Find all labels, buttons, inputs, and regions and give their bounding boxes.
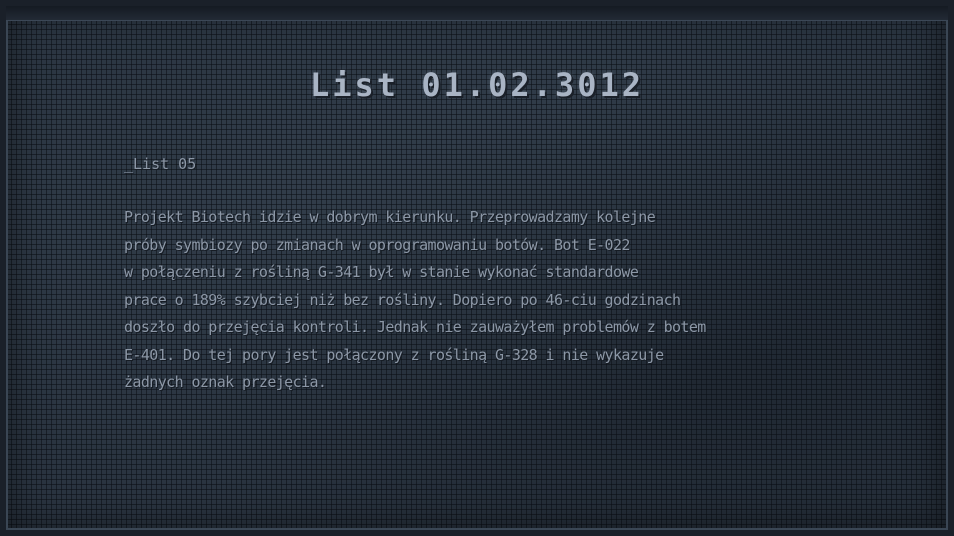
letter-body: Projekt Biotech idzie w dobrym kierunku.… [124, 204, 828, 397]
top-bar [6, 6, 948, 21]
letter-label: _List 05 [124, 155, 197, 173]
letter-line: żadnych oznak przejęcia. [124, 373, 327, 391]
letter-line: próby symbiozy po zmianach w oprogramowa… [124, 235, 630, 254]
letter-title: List 01.02.3012 [310, 66, 644, 104]
letter-content: _List 05 Projekt Biotech idzie w dobrym … [118, 152, 828, 397]
letter-line: w połączeniu z rośliną G-341 był w stani… [124, 263, 639, 281]
letter-line: Projekt Biotech idzie w dobrym kierunku.… [124, 208, 656, 226]
letter-screen: List 01.02.3012 _List 05 Projekt Biotech… [0, 0, 954, 536]
letter-line: E-401. Do tej pory jest połączony z rośl… [124, 345, 664, 364]
letter-line: doszło do przejęcia kontroli. Jednak nie… [124, 318, 706, 336]
letter-line: prace o 189% szybciej niż bez rośliny. D… [124, 290, 681, 309]
